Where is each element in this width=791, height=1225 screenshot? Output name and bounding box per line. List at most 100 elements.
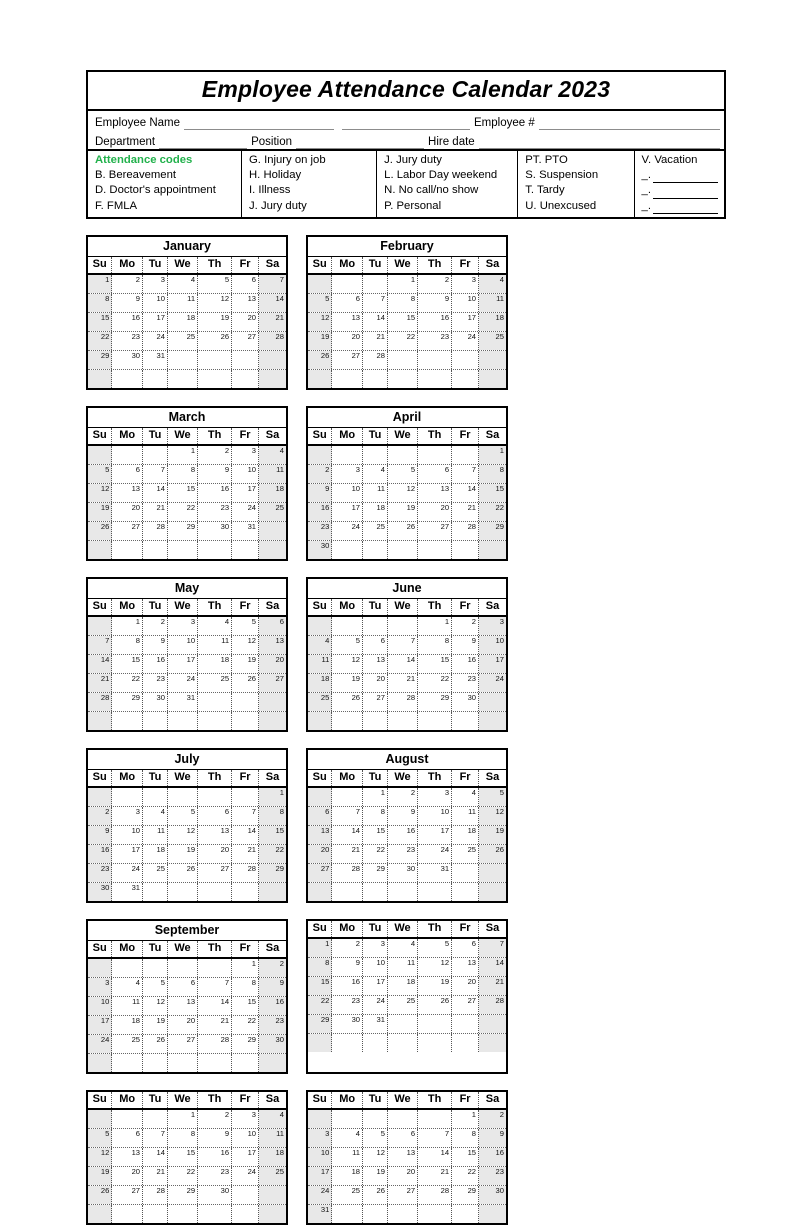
day-cell-empty[interactable] <box>167 958 199 977</box>
day-cell-25[interactable]: 25 <box>308 692 333 711</box>
day-cell-5[interactable]: 5 <box>88 464 113 483</box>
day-cell-empty[interactable] <box>143 787 168 806</box>
day-cell-3[interactable]: 3 <box>332 464 364 483</box>
day-cell-21[interactable]: 21 <box>259 312 286 331</box>
day-cell-30[interactable]: 30 <box>308 540 333 559</box>
day-cell-empty[interactable] <box>88 540 113 559</box>
day-cell-1[interactable]: 1 <box>418 616 453 635</box>
day-cell-8[interactable]: 8 <box>167 1128 199 1147</box>
day-cell-25[interactable]: 25 <box>259 502 286 521</box>
day-cell-8[interactable]: 8 <box>387 293 419 312</box>
day-cell-empty[interactable] <box>387 445 419 464</box>
day-cell-empty[interactable] <box>418 350 453 369</box>
day-cell-22[interactable]: 22 <box>363 844 388 863</box>
day-cell-17[interactable]: 17 <box>308 1166 333 1185</box>
day-cell-14[interactable]: 14 <box>452 483 480 502</box>
day-cell-15[interactable]: 15 <box>308 976 333 995</box>
day-cell-empty[interactable] <box>143 1204 168 1223</box>
day-cell-13[interactable]: 13 <box>363 654 388 673</box>
day-cell-1[interactable]: 1 <box>452 1109 480 1128</box>
day-cell-26[interactable]: 26 <box>479 844 506 863</box>
day-cell-16[interactable]: 16 <box>308 502 333 521</box>
day-cell-8[interactable]: 8 <box>259 806 286 825</box>
day-cell-3[interactable]: 3 <box>143 274 168 293</box>
day-cell-empty[interactable] <box>112 540 144 559</box>
day-cell-empty[interactable] <box>387 616 419 635</box>
day-cell-17[interactable]: 17 <box>332 502 364 521</box>
day-cell-empty[interactable] <box>198 540 233 559</box>
day-cell-12[interactable]: 12 <box>167 825 199 844</box>
day-cell-11[interactable]: 11 <box>259 1128 286 1147</box>
day-cell-9[interactable]: 9 <box>418 293 453 312</box>
day-cell-19[interactable]: 19 <box>387 502 419 521</box>
day-cell-28[interactable]: 28 <box>387 692 419 711</box>
day-cell-2[interactable]: 2 <box>479 1109 506 1128</box>
day-cell-11[interactable]: 11 <box>167 293 199 312</box>
day-cell-29[interactable]: 29 <box>232 1034 260 1053</box>
day-cell-25[interactable]: 25 <box>387 995 419 1014</box>
day-cell-12[interactable]: 12 <box>88 1147 113 1166</box>
day-cell-6[interactable]: 6 <box>198 806 233 825</box>
day-cell-empty[interactable] <box>259 521 286 540</box>
day-cell-4[interactable]: 4 <box>332 1128 364 1147</box>
day-cell-5[interactable]: 5 <box>418 938 453 957</box>
day-cell-empty[interactable] <box>88 1204 113 1223</box>
day-cell-26[interactable]: 26 <box>143 1034 168 1053</box>
day-cell-empty[interactable] <box>308 787 333 806</box>
day-cell-empty[interactable] <box>363 616 388 635</box>
day-cell-20[interactable]: 20 <box>418 502 453 521</box>
day-cell-16[interactable]: 16 <box>332 976 364 995</box>
day-cell-26[interactable]: 26 <box>387 521 419 540</box>
day-cell-26[interactable]: 26 <box>418 995 453 1014</box>
day-cell-22[interactable]: 22 <box>418 673 453 692</box>
day-cell-empty[interactable] <box>387 369 419 388</box>
day-cell-9[interactable]: 9 <box>259 977 286 996</box>
day-cell-29[interactable]: 29 <box>167 521 199 540</box>
day-cell-31[interactable]: 31 <box>143 350 168 369</box>
day-cell-6[interactable]: 6 <box>112 1128 144 1147</box>
day-cell-30[interactable]: 30 <box>452 692 480 711</box>
day-cell-23[interactable]: 23 <box>308 521 333 540</box>
day-cell-18[interactable]: 18 <box>452 825 480 844</box>
day-cell-empty[interactable] <box>452 1204 480 1223</box>
day-cell-24[interactable]: 24 <box>332 521 364 540</box>
day-cell-4[interactable]: 4 <box>259 1109 286 1128</box>
day-cell-7[interactable]: 7 <box>88 635 113 654</box>
day-cell-14[interactable]: 14 <box>88 654 113 673</box>
day-cell-29[interactable]: 29 <box>259 863 286 882</box>
day-cell-10[interactable]: 10 <box>143 293 168 312</box>
day-cell-8[interactable]: 8 <box>232 977 260 996</box>
day-cell-28[interactable]: 28 <box>363 350 388 369</box>
day-cell-empty[interactable] <box>198 1053 233 1072</box>
day-cell-30[interactable]: 30 <box>143 692 168 711</box>
day-cell-empty[interactable] <box>452 445 480 464</box>
day-cell-empty[interactable] <box>308 1033 333 1052</box>
day-cell-24[interactable]: 24 <box>418 844 453 863</box>
day-cell-empty[interactable] <box>363 882 388 901</box>
day-cell-15[interactable]: 15 <box>479 483 506 502</box>
day-cell-22[interactable]: 22 <box>387 331 419 350</box>
day-cell-5[interactable]: 5 <box>363 1128 388 1147</box>
day-cell-12[interactable]: 12 <box>232 635 260 654</box>
day-cell-empty[interactable] <box>332 787 364 806</box>
day-cell-18[interactable]: 18 <box>308 673 333 692</box>
day-cell-19[interactable]: 19 <box>332 673 364 692</box>
day-cell-empty[interactable] <box>452 1033 480 1052</box>
day-cell-empty[interactable] <box>332 1204 364 1223</box>
day-cell-14[interactable]: 14 <box>259 293 286 312</box>
day-cell-9[interactable]: 9 <box>88 825 113 844</box>
day-cell-9[interactable]: 9 <box>479 1128 506 1147</box>
day-cell-14[interactable]: 14 <box>332 825 364 844</box>
day-cell-empty[interactable] <box>198 958 233 977</box>
day-cell-16[interactable]: 16 <box>88 844 113 863</box>
day-cell-7[interactable]: 7 <box>332 806 364 825</box>
day-cell-19[interactable]: 19 <box>88 1166 113 1185</box>
day-cell-21[interactable]: 21 <box>452 502 480 521</box>
day-cell-7[interactable]: 7 <box>143 1128 168 1147</box>
day-cell-21[interactable]: 21 <box>143 1166 168 1185</box>
day-cell-empty[interactable] <box>332 616 364 635</box>
department-input[interactable] <box>159 137 248 149</box>
day-cell-11[interactable]: 11 <box>332 1147 364 1166</box>
day-cell-6[interactable]: 6 <box>232 274 260 293</box>
day-cell-30[interactable]: 30 <box>112 350 144 369</box>
